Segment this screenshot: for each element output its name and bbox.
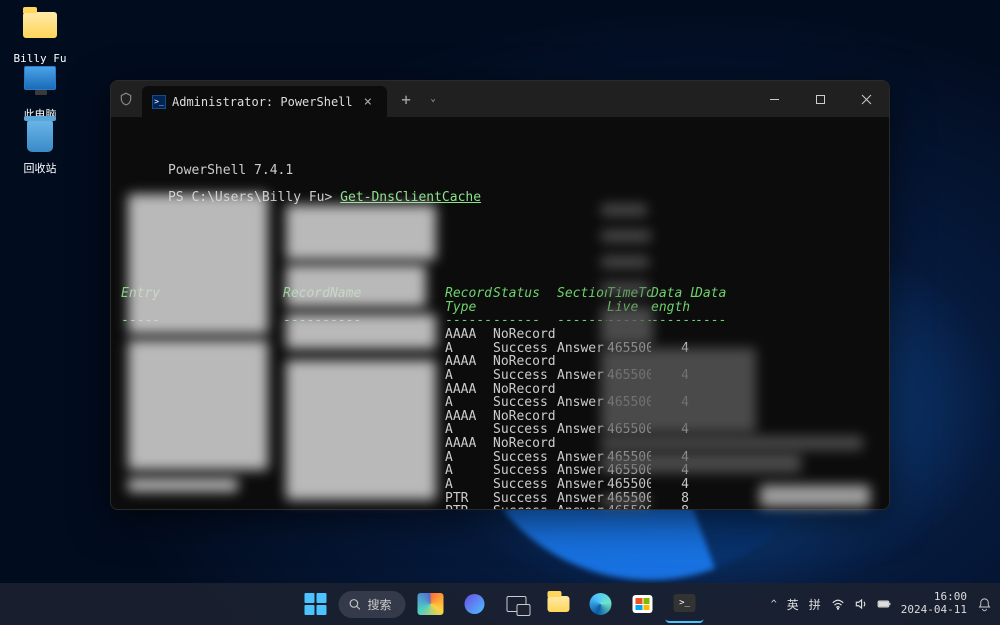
folder-icon xyxy=(548,596,570,612)
desktop-this-pc[interactable]: 此电脑 xyxy=(10,62,70,122)
edge-icon xyxy=(590,593,612,615)
powershell-icon: >_ xyxy=(152,95,166,109)
taskbar-terminal[interactable]: >_ xyxy=(666,585,704,623)
windows-icon xyxy=(304,593,326,615)
desktop-recycle-label: 回收站 xyxy=(24,162,57,175)
search-placeholder: 搜索 xyxy=(367,596,391,613)
taskbar-search[interactable]: 搜索 xyxy=(338,591,405,618)
ime-lang2[interactable]: 拼 xyxy=(809,596,821,613)
titlebar[interactable]: >_ Administrator: PowerShell × + ⌄ xyxy=(111,81,889,117)
start-button[interactable] xyxy=(296,585,334,623)
tray-chevron-icon[interactable]: ^ xyxy=(771,599,777,610)
terminal-icon: >_ xyxy=(674,594,696,612)
widgets-icon xyxy=(418,593,444,615)
new-tab-button[interactable]: + xyxy=(389,81,423,117)
taskview-icon xyxy=(507,596,527,612)
wifi-icon xyxy=(831,597,845,611)
battery-icon xyxy=(877,597,891,611)
desktop-recycle-bin[interactable]: 回收站 xyxy=(10,118,70,176)
tab-close-button[interactable]: × xyxy=(359,92,377,112)
close-button[interactable] xyxy=(843,81,889,117)
ps-version: PowerShell 7.4.1 xyxy=(168,163,293,178)
taskbar-clock[interactable]: 16:00 2024-04-11 xyxy=(901,591,967,616)
desktop-folder[interactable]: Billy Fu xyxy=(10,8,70,65)
volume-icon xyxy=(854,597,868,611)
taskbar-store[interactable] xyxy=(624,585,662,623)
copilot-icon xyxy=(465,594,485,614)
tab-chevron-icon[interactable]: ⌄ xyxy=(423,81,443,117)
store-icon xyxy=(633,595,653,613)
search-icon xyxy=(348,598,361,611)
command: Get-DnsClientCache xyxy=(340,190,481,205)
clock-date: 2024-04-11 xyxy=(901,604,967,617)
maximize-button[interactable] xyxy=(797,81,843,117)
taskbar-copilot[interactable] xyxy=(456,585,494,623)
taskbar-widgets[interactable] xyxy=(410,585,452,623)
system-tray[interactable] xyxy=(831,597,891,611)
taskbar-taskview[interactable] xyxy=(498,585,536,623)
shield-icon xyxy=(111,81,141,117)
taskbar-edge[interactable] xyxy=(582,585,620,623)
tab-title: Administrator: PowerShell xyxy=(172,95,353,109)
taskbar[interactable]: 搜索 >_ ^ 英 拼 16:00 2024-04-11 xyxy=(0,583,1000,625)
ime-lang1[interactable]: 英 xyxy=(787,596,799,613)
tab-powershell[interactable]: >_ Administrator: PowerShell × xyxy=(142,86,387,117)
minimize-button[interactable] xyxy=(751,81,797,117)
taskbar-explorer[interactable] xyxy=(540,585,578,623)
notification-icon[interactable] xyxy=(977,597,992,612)
